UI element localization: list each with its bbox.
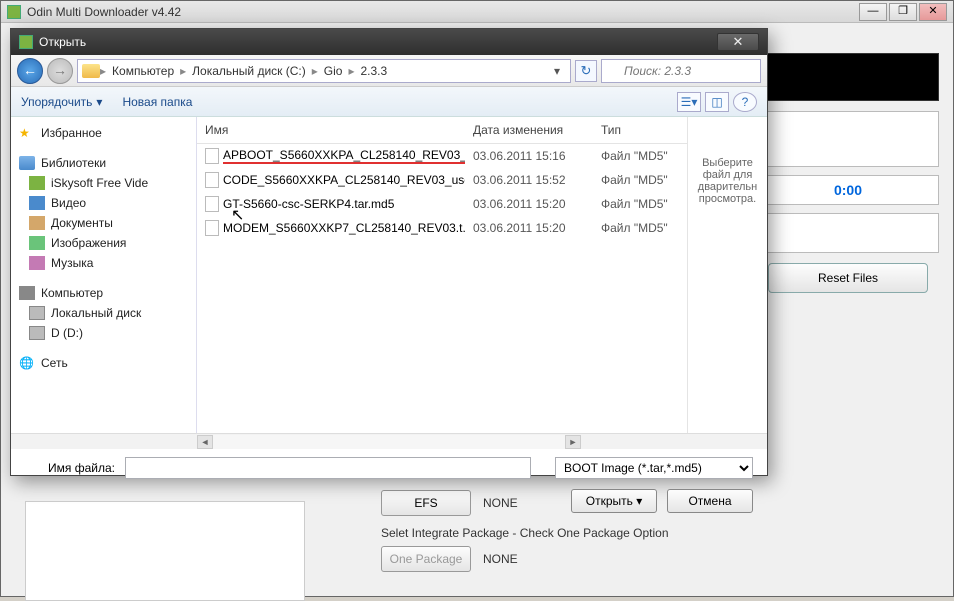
file-icon [205, 172, 219, 188]
breadcrumb-seg-0[interactable]: Компьютер [106, 64, 180, 78]
file-list-header: Имя Дата изменения Тип [197, 117, 687, 144]
music-icon [29, 256, 45, 270]
log-box [757, 53, 939, 101]
dialog-titlebar: Открыть ✕ [11, 29, 767, 55]
scroll-right-icon[interactable]: ► [565, 435, 581, 449]
star-icon: ★ [19, 126, 35, 140]
video-icon [29, 196, 45, 210]
col-name[interactable]: Имя [197, 117, 465, 143]
folder-icon [82, 64, 100, 78]
odin-app-icon [7, 5, 21, 19]
sidebar-drive-0[interactable]: Локальный диск [11, 303, 196, 323]
dialog-title: Открыть [39, 35, 717, 49]
network-icon: 🌐 [19, 356, 35, 370]
right-panel: 0:00 Reset Files [757, 53, 939, 293]
status-box-2 [757, 213, 939, 253]
sidebar-lib-3[interactable]: Изображения [11, 233, 196, 253]
breadcrumb-dropdown-icon[interactable]: ▾ [548, 64, 566, 78]
computer-icon [19, 286, 35, 300]
dialog-close-button[interactable]: ✕ [717, 33, 759, 51]
file-row[interactable]: APBOOT_S5660XXKPA_CL258140_REV03_... 03.… [197, 144, 687, 168]
filetype-select[interactable]: BOOT Image (*.tar,*.md5) [555, 457, 753, 479]
file-name: MODEM_S5660XXKP7_CL258140_REV03.t... [223, 221, 465, 235]
dialog-app-icon [19, 35, 33, 49]
status-box-1 [757, 111, 939, 167]
file-type: Файл "MD5" [593, 195, 687, 213]
cancel-button[interactable]: Отмена [667, 489, 753, 513]
file-name: CODE_S5660XXKPA_CL258140_REV03_use... [223, 173, 465, 187]
documents-icon [29, 216, 45, 230]
file-icon [205, 196, 219, 212]
close-button[interactable]: ✕ [919, 3, 947, 21]
file-date: 03.06.2011 15:20 [465, 219, 593, 237]
sidebar-computer[interactable]: Компьютер [11, 283, 196, 303]
minimize-button[interactable]: — [859, 3, 887, 21]
preview-pane: Выберите файл для дварительн просмотра. [687, 117, 767, 433]
one-package-value: NONE [483, 552, 518, 566]
odin-titlebar: Odin Multi Downloader v4.42 — ❐ ✕ [1, 1, 953, 23]
file-date: 03.06.2011 15:52 [465, 171, 593, 189]
libraries-icon [19, 156, 35, 170]
file-row[interactable]: MODEM_S5660XXKP7_CL258140_REV03.t... 03.… [197, 216, 687, 240]
sidebar-lib-1[interactable]: Видео [11, 193, 196, 213]
sidebar-lib-0[interactable]: iSkysoft Free Vide [11, 173, 196, 193]
refresh-button[interactable]: ↻ [575, 60, 597, 82]
one-package-button[interactable]: One Package [381, 546, 471, 572]
scroll-left-icon[interactable]: ◄ [197, 435, 213, 449]
sidebar-lib-4[interactable]: Музыка [11, 253, 196, 273]
file-name: APBOOT_S5660XXKPA_CL258140_REV03_... [223, 148, 465, 164]
one-package-label: Selet Integrate Package - Check One Pack… [381, 526, 933, 540]
file-open-dialog: Открыть ✕ ← → ▸ Компьютер▸ Локальный дис… [10, 28, 768, 476]
images-icon [29, 236, 45, 250]
file-type: Файл "MD5" [593, 147, 687, 165]
file-icon [205, 220, 219, 236]
horizontal-scrollbar[interactable]: ◄ ► [11, 433, 767, 449]
file-row[interactable]: CODE_S5660XXKPA_CL258140_REV03_use... 03… [197, 168, 687, 192]
open-button[interactable]: Открыть ▾ [571, 489, 657, 513]
sidebar-libraries[interactable]: Библиотеки [11, 153, 196, 173]
help-button[interactable]: ? [733, 92, 757, 112]
maximize-button[interactable]: ❐ [889, 3, 917, 21]
nav-back-button[interactable]: ← [17, 58, 43, 84]
breadcrumb-bar[interactable]: ▸ Компьютер▸ Локальный диск (C:)▸ Gio▸ 2… [77, 59, 571, 83]
file-date: 03.06.2011 15:16 [465, 147, 593, 165]
timer-display: 0:00 [757, 175, 939, 205]
file-list: Имя Дата изменения Тип APBOOT_S5660XXKPA… [197, 117, 687, 433]
col-type[interactable]: Тип [593, 117, 687, 143]
sidebar-drive-1[interactable]: D (D:) [11, 323, 196, 343]
search-input[interactable] [601, 59, 761, 83]
sidebar-favorites[interactable]: ★Избранное [11, 123, 196, 143]
dialog-toolbar: Упорядочить ▾ Новая папка ☰▾ ◫ ? [11, 87, 767, 117]
organize-menu[interactable]: Упорядочить ▾ [21, 95, 102, 109]
preview-pane-button[interactable]: ◫ [705, 92, 729, 112]
view-options-button[interactable]: ☰▾ [677, 92, 701, 112]
odin-title: Odin Multi Downloader v4.42 [27, 5, 859, 19]
chevron-down-icon: ▾ [96, 95, 102, 109]
disk-icon [29, 306, 45, 320]
filename-label: Имя файла: [25, 461, 115, 475]
filename-input[interactable] [125, 457, 531, 479]
file-row[interactable]: GT-S5660-csc-SERKP4.tar.md5 03.06.2011 1… [197, 192, 687, 216]
breadcrumb-seg-3[interactable]: 2.3.3 [354, 64, 393, 78]
new-folder-button[interactable]: Новая папка [122, 95, 192, 109]
sidebar-lib-2[interactable]: Документы [11, 213, 196, 233]
file-type: Файл "MD5" [593, 171, 687, 189]
file-date: 03.06.2011 15:20 [465, 195, 593, 213]
dialog-nav-bar: ← → ▸ Компьютер▸ Локальный диск (C:)▸ Gi… [11, 55, 767, 87]
file-name: GT-S5660-csc-SERKP4.tar.md5 [223, 197, 394, 211]
app-icon [29, 176, 45, 190]
col-date[interactable]: Дата изменения [465, 117, 593, 143]
nav-forward-button[interactable]: → [47, 58, 73, 84]
breadcrumb-seg-1[interactable]: Локальный диск (C:) [186, 64, 312, 78]
file-icon [205, 148, 219, 164]
disk-icon [29, 326, 45, 340]
sidebar-network[interactable]: 🌐Сеть [11, 353, 196, 373]
file-type: Файл "MD5" [593, 219, 687, 237]
dialog-sidebar: ★Избранное Библиотеки iSkysoft Free Vide… [11, 117, 197, 433]
breadcrumb-seg-2[interactable]: Gio [318, 64, 349, 78]
reset-files-button[interactable]: Reset Files [768, 263, 928, 293]
